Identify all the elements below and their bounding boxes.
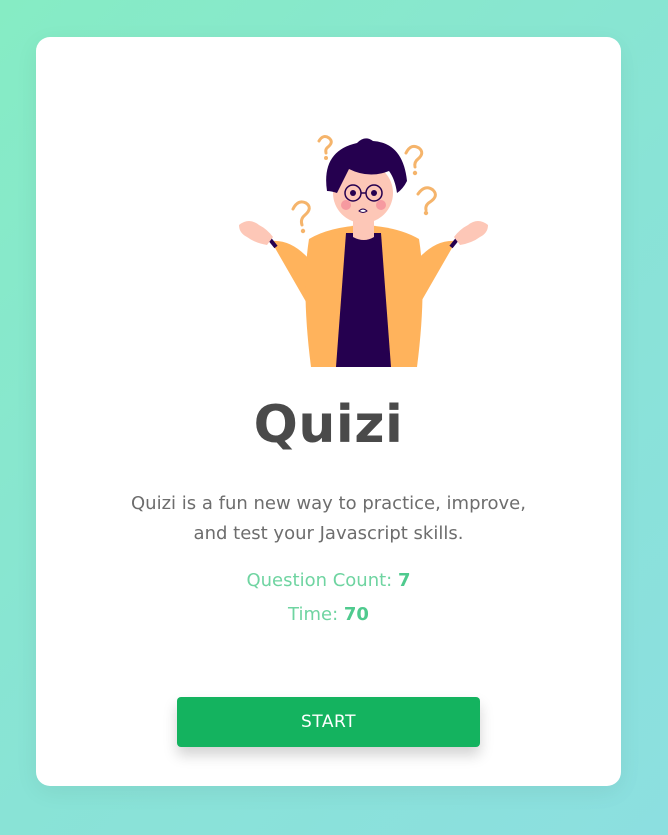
app-title: Quizi	[253, 395, 404, 455]
time-limit: Time: 70	[36, 604, 621, 625]
question-count-label: Question Count:	[246, 570, 393, 591]
start-button[interactable]: START	[177, 697, 480, 747]
question-count: Question Count: 7	[36, 570, 621, 591]
time-label: Time:	[288, 604, 339, 625]
intro-card: Quizi Quizi is a fun new way to practice…	[36, 37, 621, 786]
question-count-value: 7	[397, 570, 411, 591]
app-description: Quizi is a fun new way to practice, impr…	[131, 493, 526, 544]
confused-person-icon	[239, 135, 488, 367]
time-value: 70	[343, 604, 369, 625]
